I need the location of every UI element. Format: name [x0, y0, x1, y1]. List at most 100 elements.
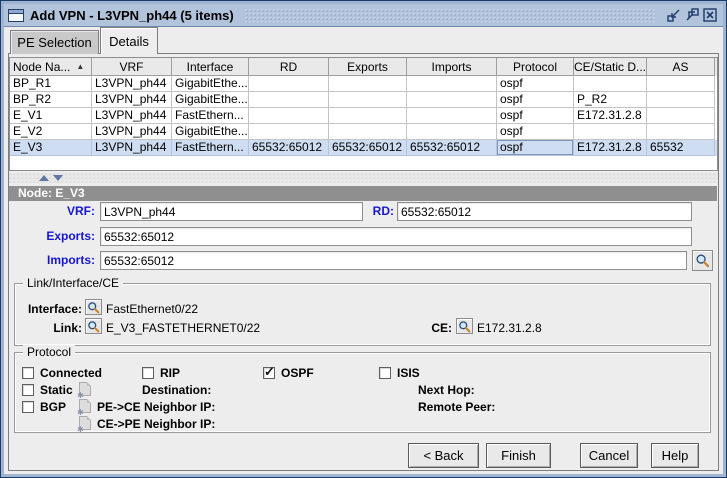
maximize-icon[interactable]: [683, 7, 701, 24]
column-header-node[interactable]: Node Na... ▲: [10, 58, 92, 76]
rd-field[interactable]: [397, 202, 692, 221]
vrf-label: VRF:: [67, 204, 95, 218]
cell-protocol: ospf: [497, 108, 574, 124]
imports-label: Imports:: [47, 253, 95, 267]
cell-ce-static: [574, 124, 647, 140]
cell-imports: [407, 92, 497, 108]
rip-checkbox[interactable]: [142, 367, 154, 379]
link-group-title: Link/Interface/CE: [23, 276, 124, 290]
isis-checkbox[interactable]: [379, 367, 391, 379]
splitter-collapse-up-icon[interactable]: [39, 175, 49, 181]
column-header-as[interactable]: AS: [647, 58, 715, 76]
tab-pe-selection-label: PE Selection: [17, 35, 92, 50]
cell-exports: 65532:65012: [329, 140, 407, 156]
isis-label: ISIS: [397, 366, 420, 380]
cell-node: E_V2: [10, 124, 92, 140]
rd-label: RD:: [372, 204, 394, 218]
cell-vrf: L3VPN_ph44: [92, 76, 172, 92]
cell-protocol: ospf: [497, 76, 574, 92]
table-row-e-v1[interactable]: E_V1 L3VPN_ph44 FastEthern... ospf E172.…: [10, 108, 717, 124]
cell-node: E_V1: [10, 108, 92, 124]
imports-browse-button[interactable]: [692, 250, 713, 271]
cell-vrf: L3VPN_ph44: [92, 140, 172, 156]
cell-node: BP_R1: [10, 76, 92, 92]
link-value: E_V3_FASTETHERNET0/22: [106, 321, 261, 335]
cell-rd: 65532:65012: [249, 140, 329, 156]
interface-label: Interface:: [27, 302, 82, 316]
bgp-checkbox[interactable]: [22, 401, 34, 413]
tab-details[interactable]: Details: [100, 27, 158, 54]
cell-protocol: ospf: [497, 92, 574, 108]
cell-interface: GigabitEthe...: [172, 92, 249, 108]
back-button[interactable]: < Back: [408, 443, 479, 468]
cell-imports: [407, 108, 497, 124]
window-icon: [8, 8, 24, 22]
cell-ce-static: [574, 76, 647, 92]
titlebar-texture: [243, 7, 655, 23]
link-browse-button[interactable]: [85, 318, 102, 334]
window-title: Add VPN - L3VPN_ph44 (5 items): [30, 7, 234, 23]
cell-ce-static: E172.31.2.8: [574, 140, 647, 156]
ce-pe-add-icon[interactable]: [77, 416, 91, 434]
close-icon[interactable]: [701, 7, 719, 24]
ce-value: E172.31.2.8: [477, 321, 542, 335]
ce-pe-neighbor-label: CE->PE Neighbor IP:: [97, 417, 216, 431]
add-vpn-dialog: Add VPN - L3VPN_ph44 (5 items) PE Select…: [0, 0, 727, 478]
column-header-interface[interactable]: Interface: [172, 58, 249, 76]
column-header-protocol[interactable]: Protocol: [497, 58, 574, 76]
finish-button[interactable]: Finish: [486, 443, 551, 468]
cell-as: 65532: [647, 140, 715, 156]
interface-value: FastEthernet0/22: [106, 302, 199, 316]
cell-rd: [249, 124, 329, 140]
cell-rd: [249, 76, 329, 92]
next-hop-label: Next Hop:: [418, 383, 475, 397]
magnifier-icon: [88, 320, 100, 332]
ce-label: CE:: [431, 321, 452, 335]
cell-protocol: ospf: [497, 140, 574, 156]
split-divider[interactable]: [9, 173, 718, 183]
imports-field[interactable]: [100, 251, 687, 270]
cell-protocol: ospf: [497, 124, 574, 140]
title-bar[interactable]: Add VPN - L3VPN_ph44 (5 items): [4, 4, 723, 27]
column-header-imports[interactable]: Imports: [407, 58, 497, 76]
cell-imports: [407, 76, 497, 92]
magnifier-icon: [696, 254, 710, 268]
table-row-e-v3-selected[interactable]: E_V3 L3VPN_ph44 FastEthern... 65532:6501…: [10, 140, 717, 156]
ospf-checkbox[interactable]: [263, 364, 275, 380]
destination-label: Destination:: [142, 383, 212, 397]
vrf-field[interactable]: [100, 202, 363, 221]
table-row-bp-r1[interactable]: BP_R1 L3VPN_ph44 GigabitEthe... ospf: [10, 76, 717, 92]
exports-field[interactable]: [100, 227, 692, 246]
minimize-icon[interactable]: [665, 7, 683, 24]
bgp-label: BGP: [40, 400, 67, 414]
help-button[interactable]: Help: [651, 443, 699, 468]
sort-asc-icon: ▲: [76, 62, 85, 71]
tab-pe-selection[interactable]: PE Selection: [10, 30, 99, 54]
cancel-button[interactable]: Cancel: [580, 443, 638, 468]
cell-vrf: L3VPN_ph44: [92, 124, 172, 140]
table-row-bp-r2[interactable]: BP_R2 L3VPN_ph44 GigabitEthe... ospf P_R…: [10, 92, 717, 108]
cell-as: [647, 92, 715, 108]
interface-browse-button[interactable]: [85, 299, 102, 315]
ce-browse-button[interactable]: [456, 318, 473, 334]
static-checkbox[interactable]: [22, 384, 34, 396]
connected-checkbox[interactable]: [22, 367, 34, 379]
pe-ce-add-icon[interactable]: [77, 399, 91, 417]
column-header-rd[interactable]: RD: [249, 58, 329, 76]
table-header-row: Node Na... ▲ VRF Interface RD Exports Im…: [10, 58, 717, 76]
cell-exports: [329, 108, 407, 124]
static-add-icon[interactable]: [77, 382, 91, 400]
cell-interface: FastEthern...: [172, 140, 249, 156]
column-header-exports[interactable]: Exports: [329, 58, 407, 76]
magnifier-icon: [459, 320, 471, 332]
cell-ce-static: P_R2: [574, 92, 647, 108]
node-header: Node: E_V3: [9, 186, 717, 201]
cell-exports: [329, 76, 407, 92]
cell-ce-static: E172.31.2.8: [574, 108, 647, 124]
cell-as: [647, 76, 715, 92]
column-header-ce-static[interactable]: CE/Static D...: [574, 58, 647, 76]
column-header-vrf[interactable]: VRF: [92, 58, 172, 76]
table-row-e-v2[interactable]: E_V2 L3VPN_ph44 GigabitEthe... ospf: [10, 124, 717, 140]
splitter-collapse-down-icon[interactable]: [53, 175, 63, 181]
cell-as: [647, 124, 715, 140]
